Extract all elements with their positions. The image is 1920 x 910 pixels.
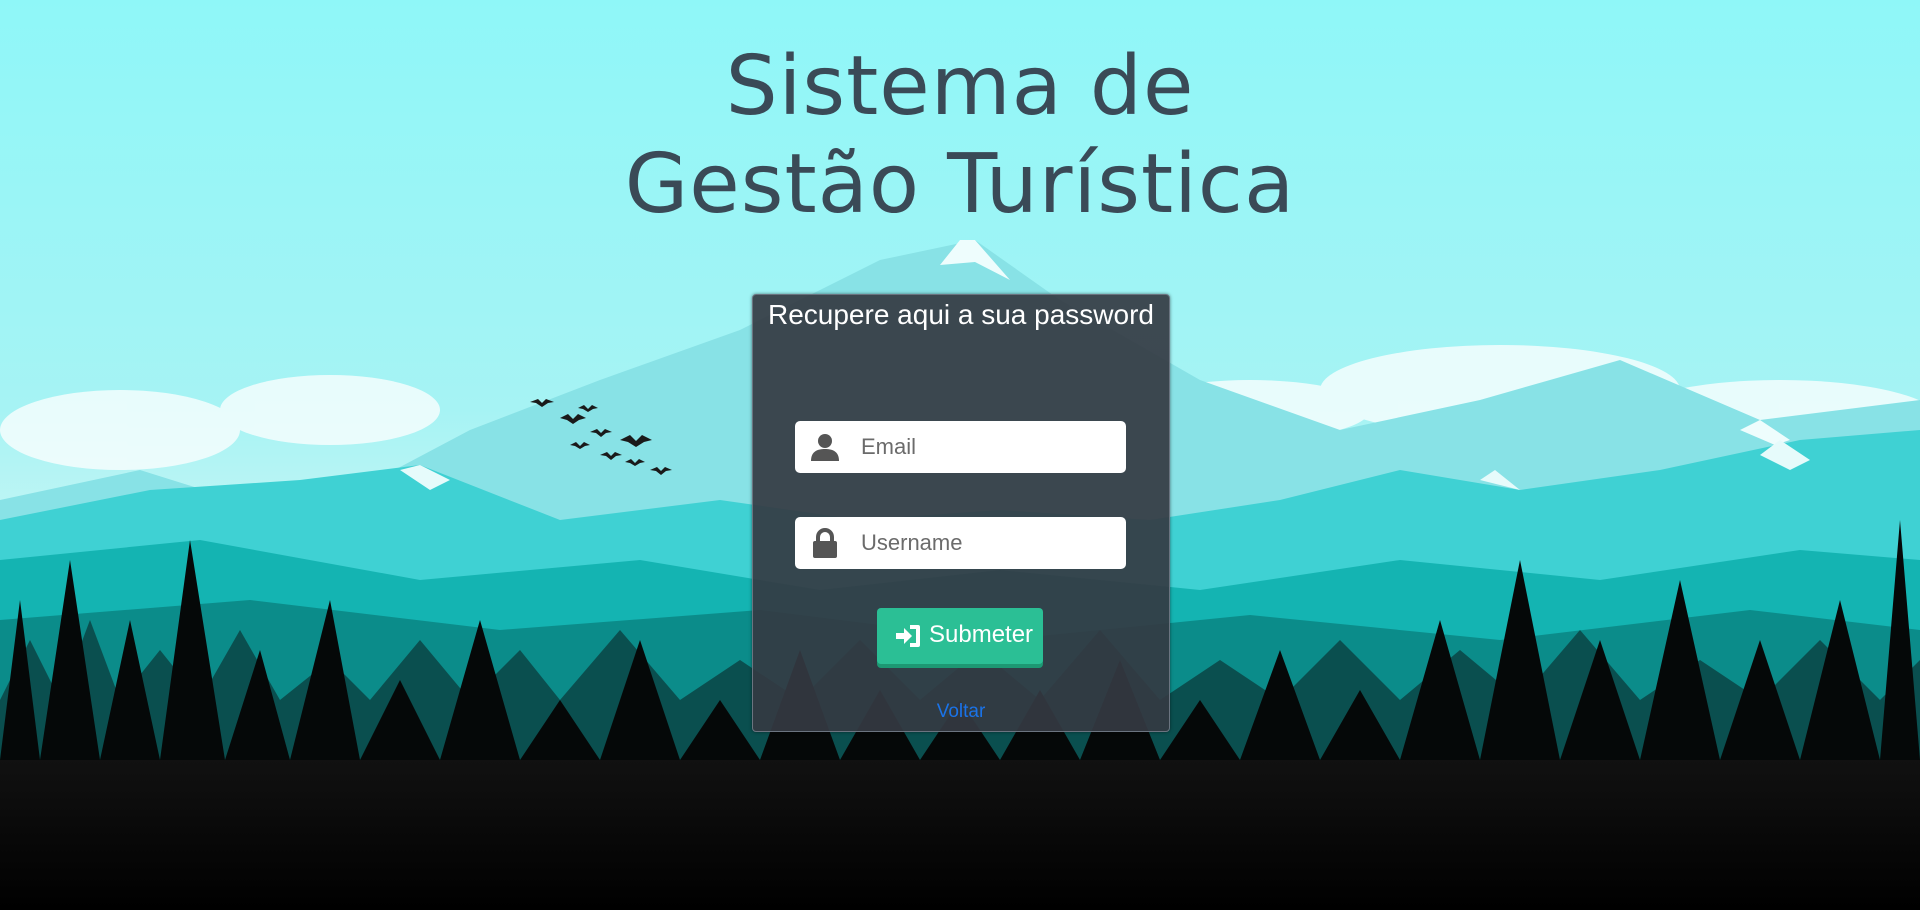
sign-in-icon: [896, 625, 920, 647]
card-heading: Recupere aqui a sua password: [767, 299, 1154, 330]
user-icon: [811, 434, 839, 461]
page-title-line-2: Gestão Turística: [624, 137, 1296, 232]
submit-button[interactable]: Submeter: [877, 608, 1043, 664]
page-title: Sistema de Gestão Turística: [0, 38, 1920, 234]
username-input[interactable]: [861, 517, 1116, 569]
email-field[interactable]: [795, 421, 1126, 473]
back-link[interactable]: Voltar: [753, 701, 1169, 723]
email-input[interactable]: [861, 421, 1116, 473]
username-field[interactable]: [795, 517, 1126, 569]
password-recovery-card: Recupere aqui a sua password Submeter Vo…: [752, 294, 1170, 732]
page-title-line-1: Sistema de: [725, 39, 1195, 134]
lock-icon: [813, 528, 837, 558]
submit-label: Submeter: [929, 621, 1034, 648]
